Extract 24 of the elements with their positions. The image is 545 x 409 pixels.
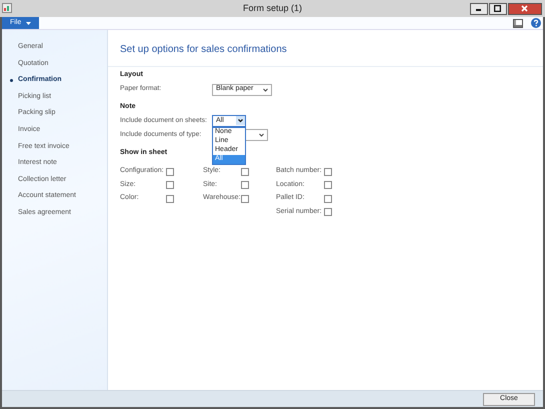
checkbox[interactable] bbox=[324, 181, 332, 189]
checkbox[interactable] bbox=[324, 208, 332, 216]
help-icon[interactable] bbox=[531, 18, 542, 28]
maximize-icon bbox=[494, 5, 501, 12]
minimize-button[interactable] bbox=[470, 2, 488, 14]
checkbox[interactable] bbox=[241, 194, 249, 202]
chevron-icon bbox=[262, 86, 269, 94]
chevron-icon[interactable] bbox=[236, 116, 245, 125]
checkbox[interactable] bbox=[241, 168, 249, 176]
checkbox[interactable] bbox=[166, 194, 174, 202]
checkbox[interactable] bbox=[324, 194, 332, 202]
caret-icon bbox=[26, 22, 32, 24]
app-icon bbox=[2, 2, 12, 13]
checkbox[interactable] bbox=[166, 181, 174, 189]
close-icon bbox=[521, 5, 528, 12]
checkbox[interactable] bbox=[241, 181, 249, 189]
chevron-icon bbox=[258, 130, 265, 139]
page-title: Set up options for sales confirmations bbox=[108, 30, 543, 67]
maximize-button[interactable] bbox=[488, 2, 506, 14]
layout-icon[interactable] bbox=[513, 18, 524, 28]
checkbox[interactable] bbox=[166, 168, 174, 176]
close-button[interactable] bbox=[508, 2, 542, 14]
checkbox[interactable] bbox=[324, 168, 332, 176]
window-title: Form setup (1) bbox=[243, 2, 302, 15]
